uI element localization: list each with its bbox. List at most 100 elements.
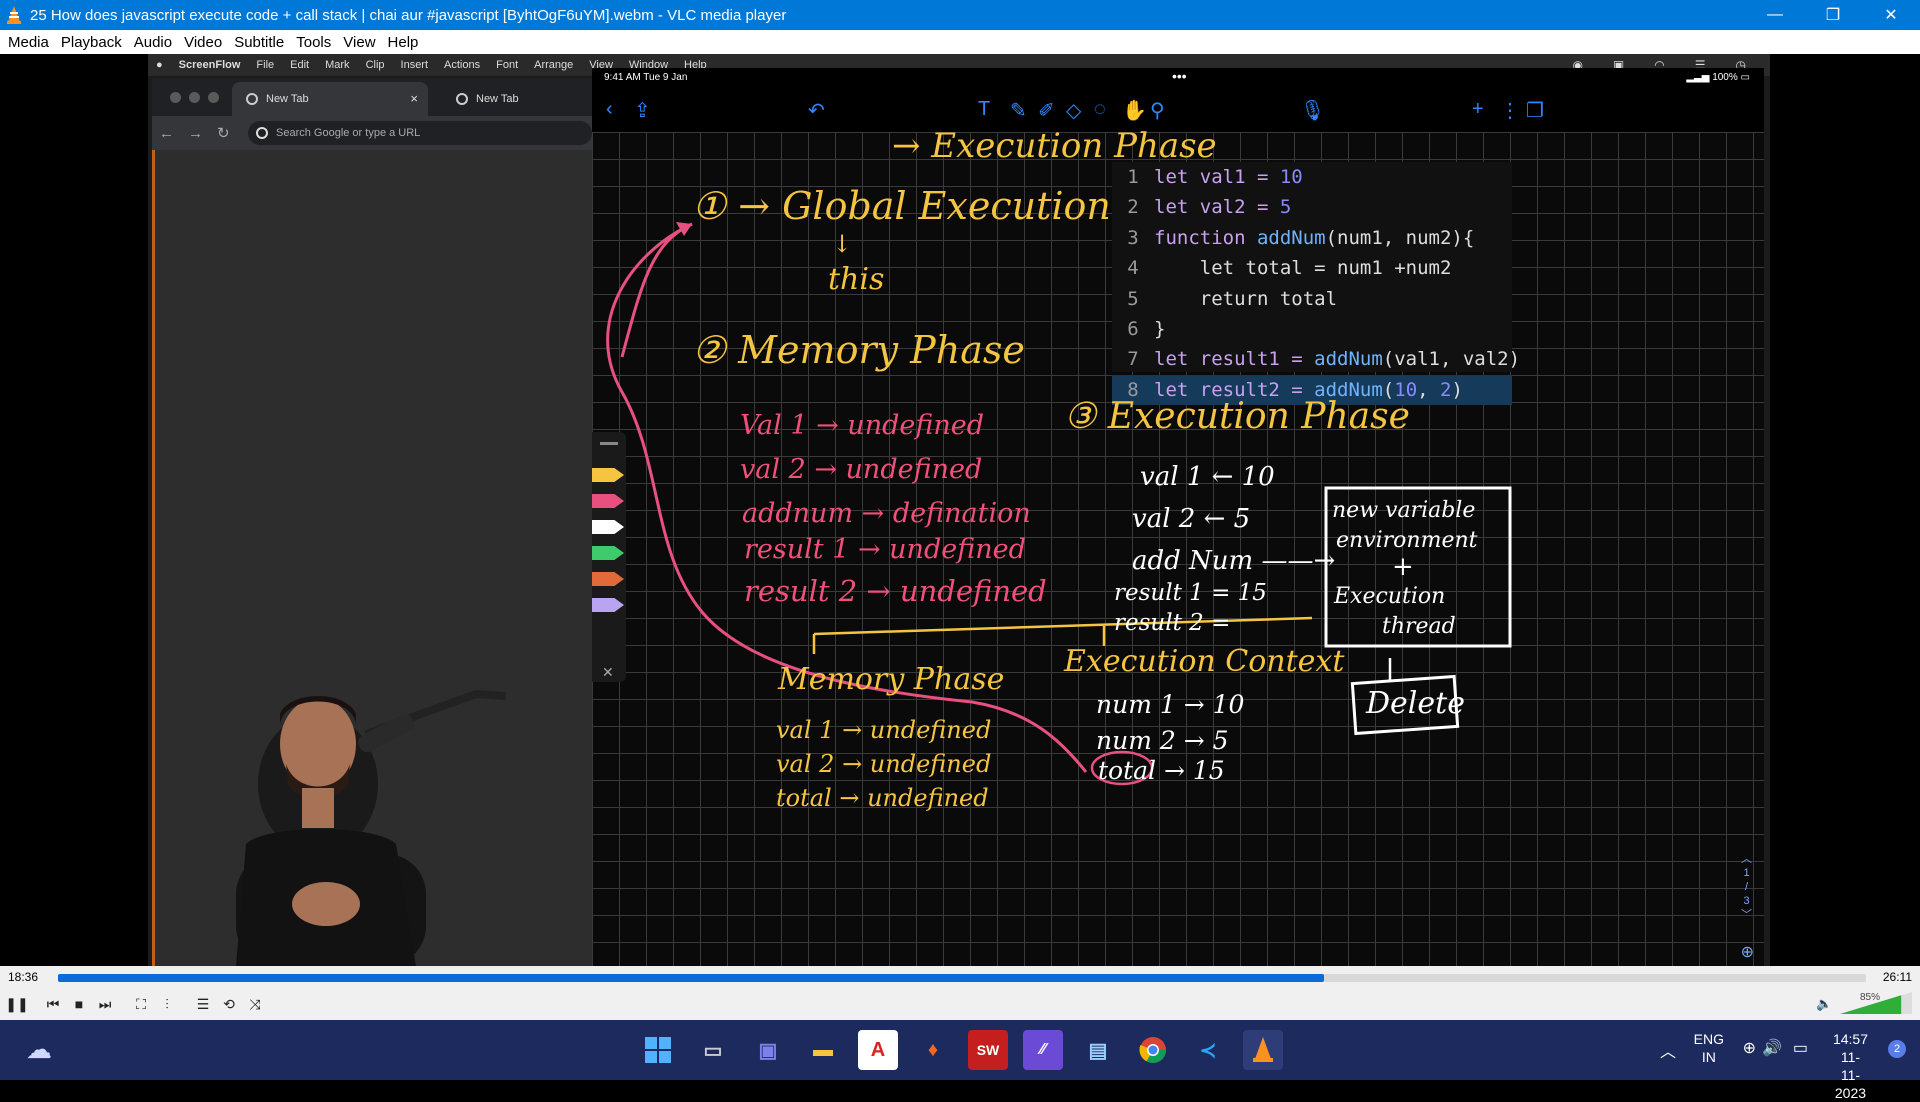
menu-view[interactable]: View: [337, 34, 381, 51]
code-line: 2 let val2 = 5: [1127, 196, 1292, 219]
mac-menu-item: File: [256, 59, 275, 71]
weather-icon[interactable]: ☁: [26, 1034, 52, 1065]
battery-tray-icon[interactable]: ▭: [1793, 1038, 1808, 1058]
seek-bar[interactable]: [58, 974, 1866, 982]
note-memory-phase-2: Memory Phase: [778, 662, 1005, 697]
stop-button[interactable]: ■: [68, 993, 90, 1015]
note-box-text: environment: [1336, 528, 1478, 553]
teams-icon[interactable]: ▣: [748, 1030, 788, 1070]
traffic-light: [170, 92, 181, 103]
hand-tool-icon: ✋: [1122, 100, 1147, 122]
pen-pink[interactable]: [592, 494, 624, 508]
close-button[interactable]: ✕: [1862, 0, 1920, 30]
code-line: 6}: [1127, 317, 1166, 340]
tab-label: New Tab: [266, 93, 309, 105]
maximize-button[interactable]: ❐: [1804, 0, 1862, 30]
eraser-icon: ◇: [1066, 100, 1082, 122]
chrome-icon: [246, 93, 258, 105]
acrobat-icon[interactable]: A: [858, 1030, 898, 1070]
file-explorer-icon[interactable]: ▬: [803, 1030, 843, 1070]
zoom-icon[interactable]: ⊕: [1741, 942, 1754, 962]
note-mem-line: Val 1 → undefined: [740, 410, 985, 441]
previous-button[interactable]: ⏮: [42, 993, 64, 1015]
note-mem-line: result 2 → undefined: [744, 574, 1047, 608]
network-icon[interactable]: ⊕: [1743, 1038, 1756, 1058]
mac-menu-item: Actions: [444, 59, 481, 71]
lasso-icon: ◌: [1094, 98, 1106, 120]
fullscreen-button[interactable]: ⛶: [130, 993, 152, 1015]
windows-start-icon[interactable]: [638, 1030, 678, 1070]
tray-chevron-icon[interactable]: ︿: [1660, 1038, 1676, 1062]
window-titlebar: 25 How does javascript execute code + ca…: [0, 0, 1920, 30]
palette-close-icon[interactable]: ✕: [602, 664, 614, 681]
pen-white[interactable]: [592, 520, 624, 534]
visual-studio-icon[interactable]: ∕∕: [1023, 1030, 1063, 1070]
pen-lavender[interactable]: [592, 598, 624, 612]
ipad-time: 9:41 AM Tue 9 Jan: [604, 72, 688, 83]
menu-subtitle[interactable]: Subtitle: [228, 34, 290, 51]
minimize-button[interactable]: —: [1746, 0, 1804, 30]
note-box-text: new variable: [1332, 498, 1476, 523]
mac-menu-item: Font: [496, 59, 519, 71]
vscode-icon[interactable]: ≺: [1188, 1030, 1228, 1070]
volume-icon[interactable]: 🔊: [1762, 1038, 1782, 1058]
task-view-icon[interactable]: ▭: [693, 1030, 733, 1070]
shuffle-button[interactable]: ⤨: [244, 993, 266, 1015]
highlighter-icon: ✐: [1038, 100, 1055, 122]
volume-slider[interactable]: 🔈 85%: [1816, 992, 1912, 1016]
traffic-light: [208, 92, 219, 103]
note-ctx-line: num 2 → 5: [1096, 726, 1229, 755]
mac-menu-item: Clip: [365, 59, 385, 71]
undo-icon: ↶: [808, 100, 825, 122]
loop-button[interactable]: ⟲: [218, 993, 240, 1015]
code-line: 4 let total = num1 +num2: [1127, 257, 1452, 280]
vlc-taskbar-icon[interactable]: [1243, 1030, 1283, 1070]
volume-level: 85%: [1859, 992, 1880, 1003]
clock[interactable]: 14:57 11-11-2023: [1833, 1030, 1868, 1102]
brave-icon[interactable]: ♦: [913, 1030, 953, 1070]
palette-handle: [600, 442, 618, 445]
menu-playback[interactable]: Playback: [55, 34, 128, 51]
pause-button[interactable]: ❚❚: [5, 993, 28, 1015]
pen-green[interactable]: [592, 546, 624, 560]
menu-audio[interactable]: Audio: [128, 34, 178, 51]
chrome-tab-active: New Tab ×: [232, 82, 428, 116]
menu-help[interactable]: Help: [382, 34, 425, 51]
menu-media[interactable]: Media: [2, 34, 55, 51]
pen-palette: ✕: [592, 432, 626, 682]
mac-menu-item: Arrange: [534, 59, 574, 71]
note-exec-line: add Num ——→: [1132, 546, 1336, 576]
tab-close-icon: ×: [410, 91, 418, 106]
chrome-icon[interactable]: [1133, 1030, 1173, 1070]
language-indicator[interactable]: ENG IN: [1694, 1030, 1724, 1066]
menu-video[interactable]: Video: [178, 34, 228, 51]
note-exec-line: result 2 =: [1114, 610, 1231, 636]
pen-orange[interactable]: [592, 572, 624, 586]
sw-2022-icon[interactable]: SW: [968, 1030, 1008, 1070]
extended-settings-button[interactable]: ⫶: [156, 993, 178, 1015]
notification-badge[interactable]: 2: [1888, 1040, 1906, 1058]
pen-yellow[interactable]: [592, 468, 624, 482]
page-up-icon[interactable]: ︿: [1741, 852, 1752, 866]
windows-taskbar: ☁ ▭ ▣ ▬ A ♦ SW ∕∕ ▤ ≺ ︿ ENG IN ⊕ 🔊 ▭ 14:5…: [0, 1020, 1920, 1101]
note-memory-phase: ② Memory Phase: [692, 328, 1025, 372]
window-title: 25 How does javascript execute code + ca…: [30, 6, 787, 24]
note-mem2-line: total → undefined: [776, 784, 989, 812]
forward-arrow-icon: →: [188, 124, 203, 142]
link-tool-icon: ⚲: [1150, 100, 1165, 122]
elapsed-time: 18:36: [8, 970, 39, 984]
notepad-icon[interactable]: ▤: [1078, 1030, 1118, 1070]
player-controls: 18:36 26:11 ❚❚ ⏮ ■ ⏭ ⛶ ⫶ ☰ ⟲ ⤨ 🔈 85%: [0, 966, 1920, 1020]
next-button[interactable]: ⏭: [94, 993, 116, 1015]
code-line: 3 function addNum(num1, num2){: [1127, 226, 1475, 249]
menu-tools[interactable]: Tools: [290, 34, 337, 51]
note-ctx-line: num 1 → 10: [1096, 690, 1245, 719]
page-down-icon[interactable]: ﹀: [1741, 908, 1752, 922]
video-area[interactable]: ● ScreenFlow File Edit Mark Clip Insert …: [0, 54, 1920, 966]
mac-menu-item: Edit: [290, 59, 310, 71]
code-line: 5 return total: [1127, 287, 1338, 310]
note-box-text: +: [1392, 552, 1414, 582]
battery-icon: ▭: [1740, 72, 1750, 83]
battery-level: 100%: [1712, 72, 1738, 83]
playlist-button[interactable]: ☰: [192, 993, 214, 1015]
